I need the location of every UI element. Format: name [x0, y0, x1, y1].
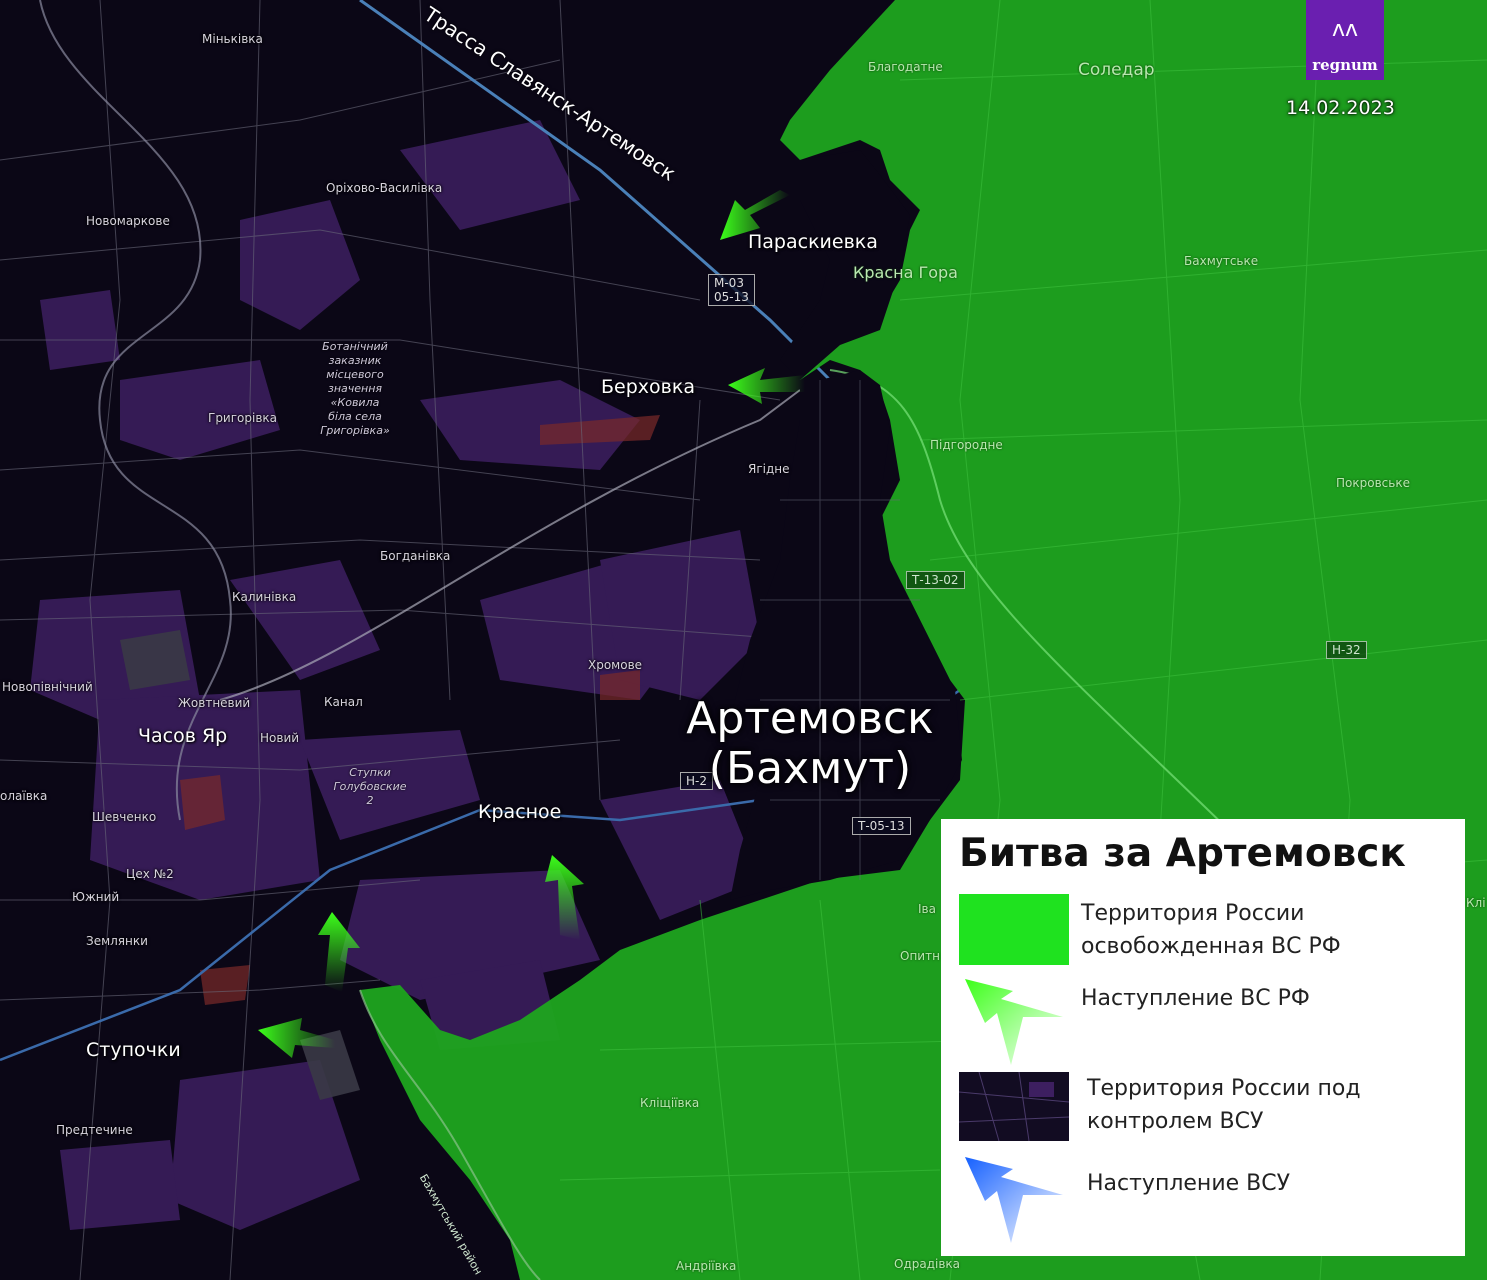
place-novopivnichnyi: Новопівнічний — [2, 680, 93, 694]
place-pidgorodne: Підгородне — [930, 438, 1003, 452]
place-chasov-yar: Часов Яр — [138, 725, 228, 747]
regnum-logo: ʌʌ regnum — [1306, 0, 1384, 80]
legend-ru-arrow-icon — [965, 979, 1063, 1065]
place-zhovtnevyi: Жовтневий — [178, 696, 251, 710]
legend-label-ua-advance: Наступление ВСУ — [1087, 1171, 1291, 1196]
legend: Битва за Артемовск Территория России осво… — [941, 819, 1465, 1256]
place-soledar: Соледар — [1078, 60, 1155, 80]
place-iva: Іва — [918, 902, 936, 916]
legend-swatch-ru-territory — [959, 894, 1069, 965]
place-tsekh: Цех №2 — [126, 867, 174, 881]
road-badge-t0513: Т-05-13 — [852, 817, 911, 835]
reserve-label: Ботанічний заказник місцевого значення «Кови… — [320, 340, 390, 437]
place-pokrovske: Покровське — [1336, 476, 1410, 490]
legend-label-ua-territory: Территория России под контролем ВСУ — [1087, 1076, 1361, 1134]
place-andriivka: Андріївка — [676, 1259, 737, 1273]
city-alt-name: (Бахмут) — [708, 743, 912, 794]
place-kalinivka: Калинівка — [232, 590, 297, 604]
city-label: Артемовск (Бахмут) — [660, 694, 960, 794]
place-bogdanivka: Богданівка — [380, 549, 451, 563]
place-minkivka: Міньківка — [202, 32, 263, 46]
legend-label-ru-advance: Наступление ВС РФ — [1081, 986, 1310, 1011]
place-shevchenko: Шевченко — [92, 810, 157, 824]
place-kanal: Канал — [324, 695, 363, 709]
place-stupochki: Ступочки — [86, 1039, 181, 1061]
place-predtechyne: Предтечине — [56, 1123, 133, 1137]
place-klishchiivka: Кліщіївка — [640, 1096, 700, 1110]
place-yagidne: Ягідне — [748, 462, 790, 476]
place-blagodatne: Благодатне — [868, 60, 943, 74]
map-date: 14.02.2023 — [1286, 97, 1395, 119]
reserve2-label: Ступки Голубовские 2 — [333, 766, 407, 807]
logo-text: regnum — [1312, 56, 1378, 74]
place-paraskievka: Параскиевка — [748, 231, 878, 253]
place-olaivka: олаївка — [0, 789, 48, 803]
place-novyi: Новий — [260, 731, 300, 745]
place-orikhovo: Оріхово-Василівка — [326, 181, 443, 195]
battle-map: Трасса Славянск-Артемовск Параскиевка Бе… — [0, 0, 1487, 1280]
road-badge-t1302: Т-13-02 — [906, 571, 965, 589]
place-odradivka: Одрадівка — [894, 1257, 961, 1271]
legend-title: Битва за Артемовск — [959, 831, 1406, 876]
place-berkhovka: Берховка — [601, 376, 695, 398]
legend-label-ru-territory: Территория России освобожденная ВС РФ — [1081, 901, 1341, 959]
place-krasna-gora: Красна Гора — [853, 263, 958, 282]
place-bakhmutske: Бахмутське — [1184, 254, 1259, 268]
place-krasnoe: Красное — [478, 801, 562, 823]
legend-swatch-ua-territory — [959, 1072, 1069, 1141]
legend-ua-arrow-icon — [965, 1157, 1063, 1243]
place-grigorivka: Григорівка — [208, 411, 278, 425]
place-khromove: Хромове — [588, 658, 643, 672]
place-kli: Клі — [1466, 896, 1486, 910]
place-zemlyanky: Землянки — [86, 934, 148, 948]
place-novomarkove: Новомаркове — [86, 214, 170, 228]
road-badge-n32: Н-32 — [1326, 641, 1367, 659]
place-yuzhnyi: Южний — [72, 890, 120, 904]
city-name: Артемовск — [686, 693, 934, 744]
road-badge-m03: М-03 05-13 — [708, 274, 755, 306]
place-opytne: Опитн — [900, 949, 940, 963]
logo-mountain-icon: ʌʌ — [1331, 17, 1359, 42]
